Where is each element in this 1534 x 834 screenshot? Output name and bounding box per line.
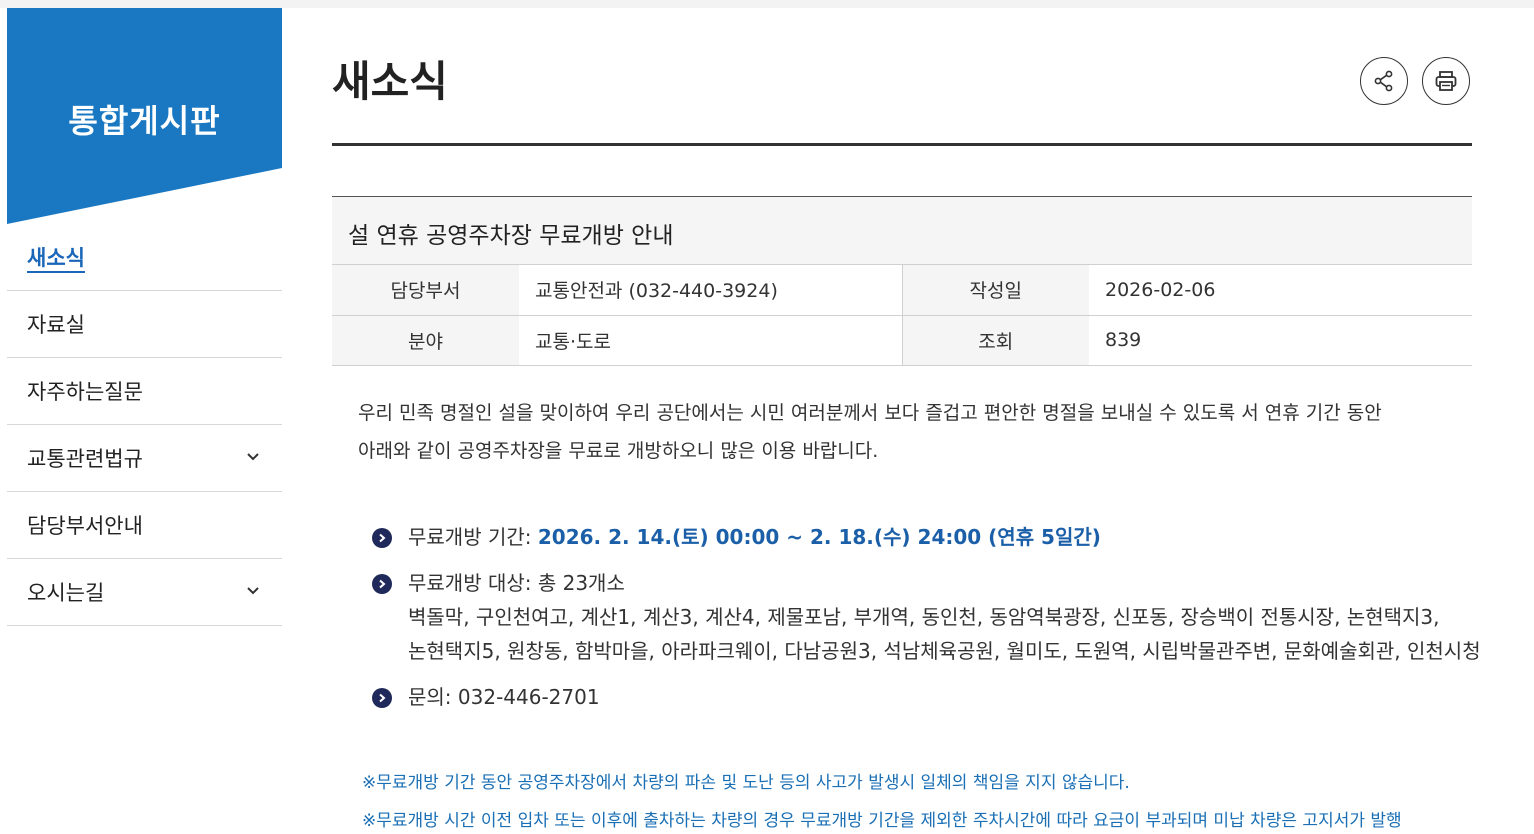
- print-button[interactable]: [1422, 57, 1470, 105]
- post-meta-table: 담당부서 교통안전과 (032-440-3924) 작성일 2026-02-06…: [332, 265, 1472, 366]
- post-header: 설 연휴 공영주차장 무료개방 안내: [332, 196, 1472, 265]
- share-icon: [1374, 70, 1393, 92]
- sidebar-title: 통합게시판: [68, 102, 221, 140]
- chevron-down-icon: [247, 453, 259, 461]
- chevron-down-icon: [247, 587, 259, 595]
- field-value: 교통·도로: [519, 315, 902, 366]
- sidebar-item-traffic-law[interactable]: 교통관련법규: [7, 425, 282, 492]
- intro-line: 아래와 같이 공영주차장을 무료로 개방하오니 많은 이용 바랍니다.: [358, 440, 879, 462]
- page-title: 새소식: [332, 57, 448, 106]
- date-value: 2026-02-06: [1089, 265, 1472, 316]
- post-intro: 우리 민족 명절인 설을 맞이하여 우리 공단에서는 시민 여러분께서 보다 즐…: [358, 394, 1458, 470]
- period-label: 무료개방 기간:: [408, 525, 538, 549]
- sidebar-item-label: 오시는길: [27, 581, 105, 605]
- intro-line: 우리 민족 명절인 설을 맞이하여 우리 공단에서는 시민 여러분께서 보다 즐…: [358, 402, 1382, 424]
- print-icon: [1435, 71, 1457, 91]
- sidebar-item-label: 새소식: [27, 246, 85, 270]
- sidebar-item-archive[interactable]: 자료실: [7, 291, 282, 358]
- field-label: 분야: [332, 315, 519, 366]
- sidebar-item-news[interactable]: 새소식: [7, 224, 282, 291]
- target-label: 무료개방 대상: 총 23개소: [408, 571, 625, 595]
- chevron-right-icon: [372, 574, 392, 594]
- notice-text: ※무료개방 시간 이전 입차 또는 이후에 출차하는 차량의 경우 무료개방 기…: [362, 811, 1402, 831]
- dept-label: 담당부서: [332, 265, 519, 316]
- sidebar-menu: 새소식 자료실 자주하는질문 교통관련법규 담당부서안내 오시는길: [7, 224, 282, 626]
- sidebar-item-faq[interactable]: 자주하는질문: [7, 358, 282, 425]
- share-button[interactable]: [1360, 57, 1408, 105]
- sidebar-item-departments[interactable]: 담당부서안내: [7, 492, 282, 559]
- chevron-right-icon: [372, 528, 392, 548]
- target-list-line: 논현택지5, 원창동, 함박마을, 아라파크웨이, 다남공원3, 석남체육공원,…: [408, 639, 1481, 663]
- title-divider: [332, 143, 1472, 146]
- notice-text: ※무료개방 기간 동안 공영주차장에서 차량의 파손 및 도난 등의 사고가 발…: [362, 773, 1130, 793]
- views-value: 839: [1089, 315, 1472, 366]
- sidebar: 통합게시판 새소식 자료실 자주하는질문 교통관련법규 담당부서안내 오시는길: [7, 8, 282, 626]
- sidebar-item-label: 자주하는질문: [27, 380, 143, 404]
- dept-value: 교통안전과 (032-440-3924): [519, 265, 902, 316]
- table-row: 분야 교통·도로 조회 839: [332, 315, 1472, 366]
- sidebar-item-label: 교통관련법규: [27, 447, 143, 471]
- sidebar-item-directions[interactable]: 오시는길: [7, 559, 282, 626]
- target-list-line: 벽돌막, 구인천여고, 계산1, 계산3, 계산4, 제물포남, 부개역, 동인…: [408, 605, 1440, 629]
- top-strip: [0, 0, 1534, 8]
- sidebar-item-label: 담당부서안내: [27, 514, 143, 538]
- table-row: 담당부서 교통안전과 (032-440-3924) 작성일 2026-02-06: [332, 265, 1472, 316]
- date-label: 작성일: [901, 265, 1089, 316]
- sidebar-header: 통합게시판: [7, 8, 282, 224]
- period-value: 2026. 2. 14.(토) 00:00 ~ 2. 18.(수) 24:00 …: [537, 525, 1101, 549]
- chevron-right-icon: [372, 688, 392, 708]
- contact-text: 문의: 032-446-2701: [408, 685, 600, 709]
- views-label: 조회: [901, 315, 1089, 366]
- post-title: 설 연휴 공영주차장 무료개방 안내: [348, 223, 674, 249]
- sidebar-item-label: 자료실: [27, 313, 85, 337]
